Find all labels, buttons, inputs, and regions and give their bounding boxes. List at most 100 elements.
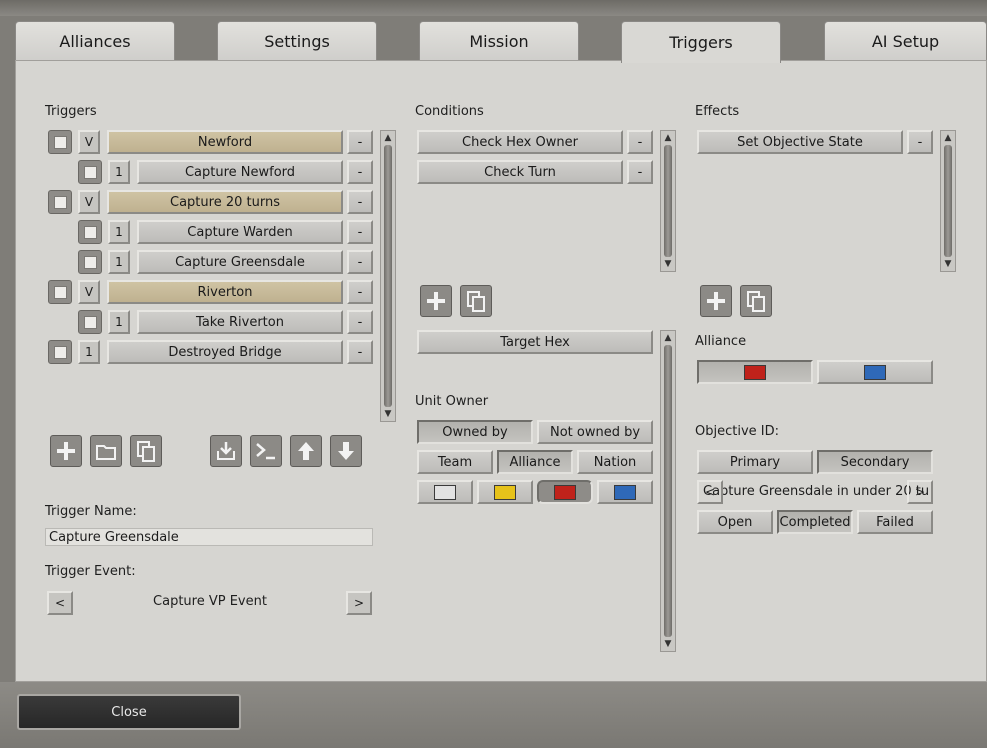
condition-item[interactable]: Check Hex Owner [417,130,623,154]
state-completed-option[interactable]: Completed [777,510,853,534]
condition-params-scrollbar[interactable]: ▲ ▼ [660,330,676,652]
duplicate-trigger-button[interactable] [130,435,162,467]
remove-condition-button[interactable]: - [627,160,653,184]
duplicate-condition-button[interactable] [460,285,492,317]
alliance-label: Alliance [695,334,747,349]
remove-trigger-button[interactable]: - [347,160,373,184]
objective-primary-option[interactable]: Primary [697,450,813,474]
trigger-enable-checkbox[interactable] [78,250,102,274]
trigger-enable-checkbox[interactable] [78,220,102,244]
trigger-row-label[interactable]: Riverton [107,280,343,304]
trigger-badge[interactable]: V [78,130,100,154]
trigger-name-input[interactable]: Capture Greensdale [45,528,373,546]
window-frame-top [0,0,987,16]
effect-item[interactable]: Set Objective State [697,130,903,154]
remove-trigger-button[interactable]: - [347,340,373,364]
target-hex-button[interactable]: Target Hex [417,330,653,354]
duplicate-effect-button[interactable] [740,285,772,317]
import-button[interactable] [210,435,242,467]
scroll-up-icon[interactable]: ▲ [382,132,394,144]
color-option-white[interactable] [417,480,473,504]
color-option-yellow[interactable] [477,480,533,504]
scroll-thumb[interactable] [384,145,392,407]
console-button[interactable] [250,435,282,467]
scroll-thumb[interactable] [664,345,672,637]
condition-item[interactable]: Check Turn [417,160,623,184]
scroll-up-icon[interactable]: ▲ [942,132,954,144]
event-prev-button[interactable]: < [47,591,73,615]
trigger-enable-checkbox[interactable] [78,160,102,184]
scroll-down-icon[interactable]: ▼ [942,258,954,270]
scroll-up-icon[interactable]: ▲ [662,132,674,144]
move-up-button[interactable] [290,435,322,467]
tab-ai-setup[interactable]: AI Setup [824,21,987,61]
remove-trigger-button[interactable]: - [347,130,373,154]
terminal-icon [256,443,275,460]
add-trigger-button[interactable] [50,435,82,467]
alliance-option-blue[interactable] [817,360,933,384]
scroll-down-icon[interactable]: ▼ [662,638,674,650]
trigger-row-label[interactable]: Capture Greensdale [137,250,343,274]
trigger-row-label[interactable]: Destroyed Bridge [107,340,343,364]
owned-by-option[interactable]: Owned by [417,420,533,444]
effects-scrollbar[interactable]: ▲ ▼ [940,130,956,272]
remove-condition-button[interactable]: - [627,130,653,154]
tab-triggers[interactable]: Triggers [621,21,781,63]
trigger-enable-checkbox[interactable] [48,130,72,154]
not-owned-by-option[interactable]: Not owned by [537,420,653,444]
trigger-badge[interactable]: 1 [108,310,130,334]
trigger-badge[interactable]: 1 [108,160,130,184]
move-down-button[interactable] [330,435,362,467]
tab-settings[interactable]: Settings [217,21,377,61]
objective-prev-button[interactable]: < [697,480,723,504]
remove-trigger-button[interactable]: - [347,280,373,304]
trigger-row-label[interactable]: Capture 20 turns [107,190,343,214]
alliance-option-red[interactable] [697,360,813,384]
remove-effect-button[interactable]: - [907,130,933,154]
objective-secondary-option[interactable]: Secondary [817,450,933,474]
add-condition-button[interactable] [420,285,452,317]
trigger-list-scrollbar[interactable]: ▲ ▼ [380,130,396,422]
trigger-enable-checkbox[interactable] [48,280,72,304]
close-button[interactable]: Close [17,694,241,730]
remove-trigger-button[interactable]: - [347,190,373,214]
trigger-row-label[interactable]: Capture Newford [137,160,343,184]
trigger-enable-checkbox[interactable] [48,190,72,214]
trigger-badge[interactable]: 1 [78,340,100,364]
effects-heading: Effects [695,104,740,119]
remove-trigger-button[interactable]: - [347,250,373,274]
trigger-badge[interactable]: V [78,190,100,214]
trigger-badge[interactable]: 1 [108,220,130,244]
add-folder-button[interactable] [90,435,122,467]
state-failed-option[interactable]: Failed [857,510,933,534]
conditions-scrollbar[interactable]: ▲ ▼ [660,130,676,272]
tab-mission[interactable]: Mission [419,21,579,61]
add-effect-button[interactable] [700,285,732,317]
trigger-enable-checkbox[interactable] [78,310,102,334]
state-open-option[interactable]: Open [697,510,773,534]
trigger-event-label: Trigger Event: [45,564,136,579]
trigger-row-label[interactable]: Capture Warden [137,220,343,244]
scroll-down-icon[interactable]: ▼ [382,408,394,420]
trigger-row-label[interactable]: Take Riverton [137,310,343,334]
trigger-badge[interactable]: V [78,280,100,304]
scope-nation-option[interactable]: Nation [577,450,653,474]
remove-trigger-button[interactable]: - [347,220,373,244]
color-option-blue[interactable] [597,480,653,504]
event-next-button[interactable]: > [346,591,372,615]
scroll-thumb[interactable] [944,145,952,257]
trigger-enable-checkbox[interactable] [48,340,72,364]
scope-team-option[interactable]: Team [417,450,493,474]
scroll-thumb[interactable] [664,145,672,257]
remove-trigger-button[interactable]: - [347,310,373,334]
objective-next-button[interactable]: > [907,480,933,504]
scroll-down-icon[interactable]: ▼ [662,258,674,270]
trigger-row-label[interactable]: Newford [107,130,343,154]
copy-icon [137,441,155,462]
color-option-red[interactable] [537,480,593,504]
trigger-badge[interactable]: 1 [108,250,130,274]
scope-alliance-option[interactable]: Alliance [497,450,573,474]
conditions-heading: Conditions [415,104,484,119]
tab-alliances[interactable]: Alliances [15,21,175,61]
scroll-up-icon[interactable]: ▲ [662,332,674,344]
